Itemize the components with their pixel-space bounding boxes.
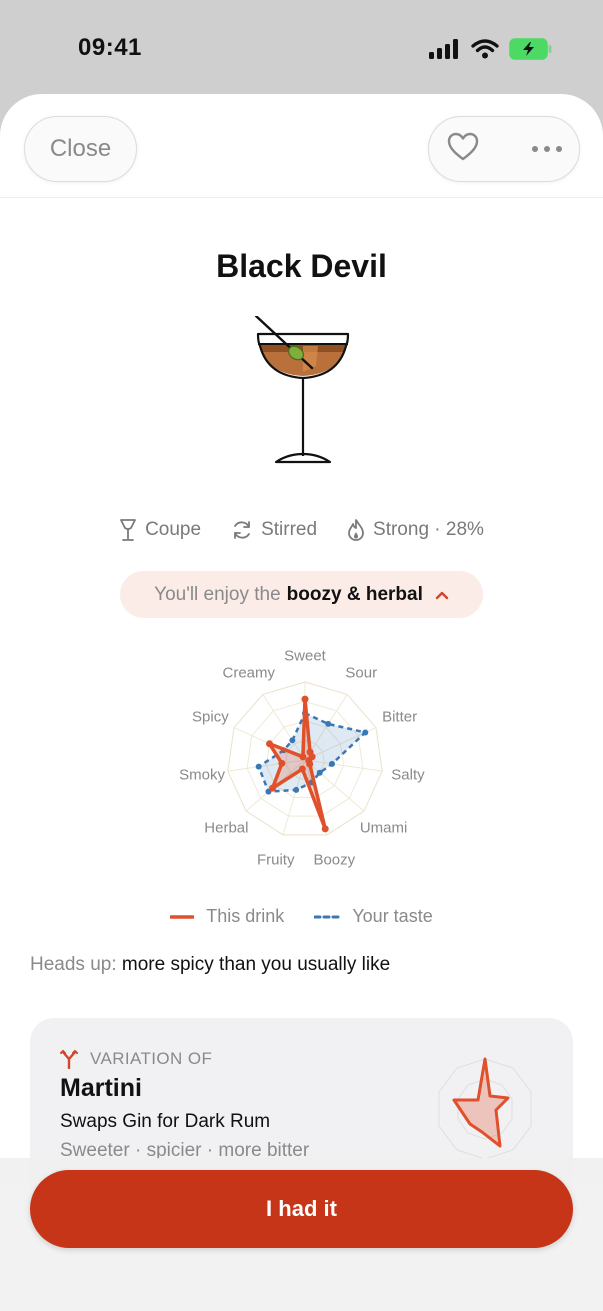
radar-legend: This drink Your taste <box>0 906 603 927</box>
method-meta: Stirred <box>231 518 317 542</box>
drink-title: Black Devil <box>216 248 387 284</box>
radar-axis-label: Sweet <box>284 647 326 665</box>
your-taste-point <box>289 737 296 744</box>
legend-this-drink-label: This drink <box>206 906 285 926</box>
strength-label: Strong · 28% <box>373 519 484 540</box>
status-time: 09:41 <box>78 34 142 61</box>
i-had-it-button[interactable]: I had it <box>30 1170 573 1248</box>
status-bar: 09:41 <box>0 0 603 95</box>
variation-description: Swaps Gin for Dark Rum <box>60 1111 271 1132</box>
coupe-glass-icon <box>120 519 136 541</box>
variation-kicker-label: VARIATION OF <box>90 1049 213 1068</box>
radar-axis-label: Sour <box>345 664 378 681</box>
taste-match-toggle[interactable]: You'll enjoy the boozy & herbal <box>120 571 483 618</box>
radar-axis-label: Fruity <box>256 851 295 869</box>
your-taste-point <box>293 786 300 793</box>
your-taste-point <box>325 720 332 727</box>
branch-icon <box>60 1049 78 1069</box>
taste-prefix: You'll enjoy the <box>154 583 281 605</box>
status-icons <box>429 38 553 60</box>
this-drink-point <box>298 765 306 773</box>
variation-mini-radar <box>438 1057 532 1160</box>
heads-up-label: Heads up: <box>30 954 117 975</box>
legend-this-drink: This drink <box>170 906 284 927</box>
drink-detail-sheet: Close Black Devil Coupe Stirred Strong ·… <box>0 94 603 1311</box>
strength-meta: Strong · 28% <box>347 518 484 542</box>
this-drink-point <box>278 759 286 767</box>
stir-icon <box>234 521 250 539</box>
your-taste-point <box>329 760 336 767</box>
close-button[interactable]: Close <box>24 116 137 182</box>
flame-icon <box>348 519 364 541</box>
variation-title: Martini <box>60 1074 142 1102</box>
cellular-signal-icon <box>429 39 458 59</box>
this-drink-point <box>269 784 277 792</box>
radar-axis-label: Creamy <box>222 664 276 681</box>
flavor-radar-chart: Sweet Sour Bitter Salty Umami Boozy Fruity Herb… <box>160 642 450 882</box>
legend-your-taste-label: Your taste <box>352 906 433 926</box>
dashed-line-swatch <box>314 915 341 918</box>
sheet-header: Close <box>0 94 603 198</box>
your-taste-point <box>362 729 369 736</box>
coupe-glass-illustration <box>254 316 350 464</box>
radar-axis-label: Salty <box>391 766 425 784</box>
this-drink-point <box>301 695 309 703</box>
solid-line-swatch <box>170 914 195 919</box>
this-drink-point <box>321 825 329 833</box>
more-dots-icon[interactable] <box>531 140 563 158</box>
heads-up-text: more spicy than you usually like <box>121 954 391 975</box>
method-label: Stirred <box>261 519 318 540</box>
radar-axis-label: Umami <box>359 819 408 837</box>
variation-kicker: VARIATION OF <box>60 1049 212 1069</box>
radar-plot <box>227 681 383 836</box>
this-drink-point <box>306 760 314 768</box>
glass-label: Coupe <box>145 519 202 540</box>
battery-charging-icon <box>509 38 552 60</box>
radar-axis-label: Herbal <box>204 819 249 837</box>
radar-axis-label: Boozy <box>313 851 356 869</box>
header-actions <box>428 116 580 182</box>
radar-axis-label: Bitter <box>382 708 418 726</box>
this-drink-point <box>266 740 274 748</box>
glass-meta: Coupe <box>119 518 201 542</box>
taste-highlight: boozy & herbal <box>286 583 423 605</box>
your-taste-point <box>255 763 262 770</box>
heart-icon[interactable] <box>447 132 479 167</box>
wifi-icon <box>471 39 499 59</box>
chevron-up-icon <box>435 591 449 599</box>
heads-up-note: Heads up: more spicy than you usually li… <box>30 954 390 976</box>
radar-axis-label: Spicy <box>192 708 229 726</box>
this-drink-point <box>299 753 307 761</box>
your-taste-point <box>316 769 323 776</box>
radar-axis-label: Smoky <box>179 766 225 784</box>
legend-your-taste: Your taste <box>314 906 433 927</box>
drink-meta-row: Coupe Stirred Strong · 28% <box>0 518 603 542</box>
